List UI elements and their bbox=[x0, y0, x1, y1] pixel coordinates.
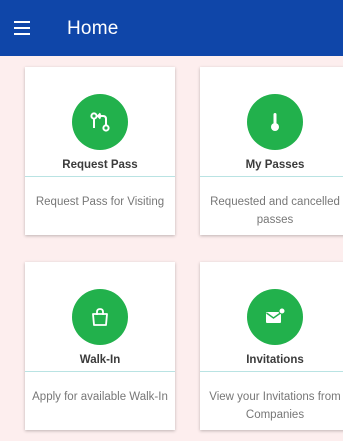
card-header: My Passes bbox=[200, 67, 343, 176]
card-my-passes[interactable]: My Passes Requested and cancelled passes bbox=[200, 67, 343, 235]
card-title: My Passes bbox=[245, 159, 305, 171]
card-description: Apply for available Walk-In bbox=[32, 391, 168, 403]
route-icon bbox=[72, 94, 128, 150]
card-description: View your Invitations from Companies bbox=[209, 391, 341, 421]
envelope-icon bbox=[247, 289, 303, 345]
dashboard-grid: Request Pass Request Pass for Visiting M… bbox=[0, 56, 343, 441]
card-header: Invitations bbox=[200, 262, 343, 371]
app-bar: Home bbox=[0, 0, 343, 56]
shopping-bag-icon bbox=[72, 289, 128, 345]
page-title: Home bbox=[67, 18, 119, 39]
card-walk-in[interactable]: Walk-In Apply for available Walk-In bbox=[25, 262, 175, 430]
hamburger-menu-icon[interactable] bbox=[14, 21, 30, 35]
card-header: Walk-In bbox=[25, 262, 175, 371]
card-divider bbox=[200, 176, 343, 177]
card-divider bbox=[200, 371, 343, 372]
card-request-pass[interactable]: Request Pass Request Pass for Visiting bbox=[25, 67, 175, 235]
thermometer-icon bbox=[247, 94, 303, 150]
card-description: Requested and cancelled passes bbox=[210, 196, 340, 226]
card-header: Request Pass bbox=[25, 67, 175, 176]
card-divider bbox=[25, 176, 175, 177]
card-description: Request Pass for Visiting bbox=[35, 196, 165, 208]
card-title: Walk-In bbox=[79, 354, 121, 366]
card-title: Request Pass bbox=[62, 159, 138, 171]
card-title: Invitations bbox=[246, 354, 304, 366]
card-divider bbox=[25, 371, 175, 372]
card-invitations[interactable]: Invitations View your Invitations from C… bbox=[200, 262, 343, 430]
